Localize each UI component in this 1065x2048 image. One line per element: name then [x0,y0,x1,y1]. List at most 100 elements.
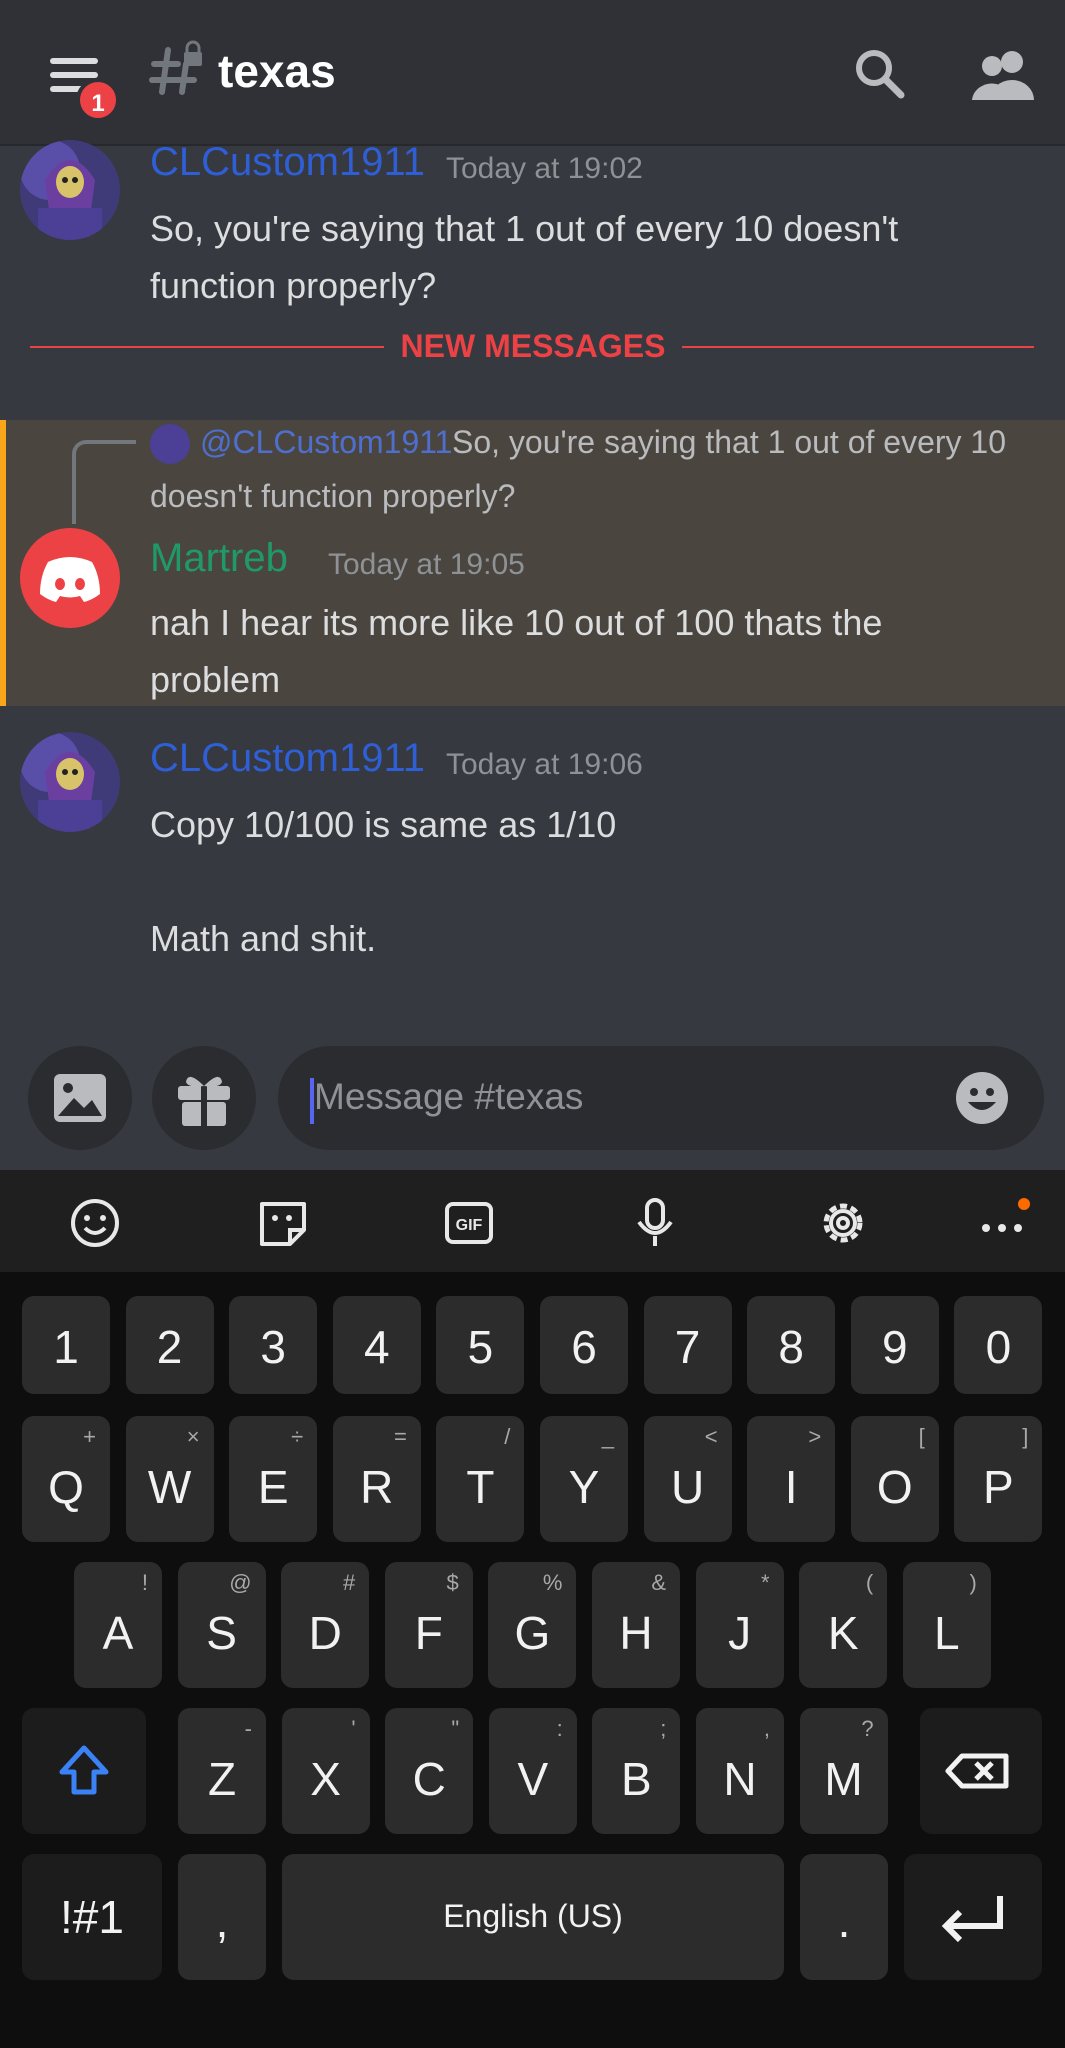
symbols-key[interactable]: !#1 [22,1854,162,1980]
more-options-icon[interactable] [976,1196,1030,1250]
message-text-line: Math and shit. [150,918,377,959]
key-number-2[interactable]: 2 [125,1296,214,1394]
shift-key[interactable] [22,1708,146,1834]
message-input-placeholder[interactable]: Message #texas [314,1076,583,1118]
key-secondary-label: + [83,1424,96,1449]
key-label: R [360,1461,394,1513]
key-label: P [983,1461,1014,1513]
key-w[interactable]: W × [125,1416,214,1542]
key-k[interactable]: K( [799,1562,888,1688]
emoji-icon[interactable] [68,1196,122,1250]
comma-key[interactable]: , [178,1854,266,1980]
message-author[interactable]: CLCustom1911 [150,140,425,185]
key-a[interactable]: A! [74,1562,162,1688]
key-label: T [466,1461,495,1513]
period-key[interactable]: . [800,1854,888,1980]
key-m[interactable]: M? [799,1708,888,1834]
key-d[interactable]: D # [281,1562,370,1688]
key-r[interactable]: R = [332,1416,421,1542]
settings-gear-icon[interactable] [816,1196,870,1250]
key-label: 4 [364,1321,390,1373]
key-s[interactable]: S @ [177,1562,266,1688]
key-label: 5 [467,1321,494,1373]
key-label: 2 [156,1321,183,1373]
key-secondary-label: @ [229,1570,252,1595]
key-j[interactable]: J * [695,1562,784,1688]
key-secondary-label: > [808,1424,822,1449]
key-number-5[interactable]: 5 [436,1296,525,1394]
key-q[interactable]: Q + [22,1416,110,1542]
key-number-4[interactable]: 4 [332,1296,421,1394]
key-label: D [308,1607,342,1659]
key-secondary-label: ] [1022,1424,1029,1449]
reply-preview-text[interactable]: So, you're saying that 1 out of every 10 [452,424,1006,461]
members-icon[interactable] [970,46,1036,100]
key-e[interactable]: E ÷ [229,1416,318,1542]
key-label: I [784,1461,798,1513]
space-key[interactable]: English (US) [282,1854,784,1980]
key-number-1[interactable]: 1 [22,1296,110,1394]
key-f[interactable]: F $ [384,1562,473,1688]
key-secondary-label: / [504,1424,511,1449]
avatar[interactable] [20,732,120,832]
gift-button[interactable] [152,1046,256,1150]
new-messages-divider [682,346,1034,348]
key-label: Q [48,1461,84,1513]
avatar[interactable] [20,140,120,240]
key-number-8[interactable]: 8 [747,1296,836,1394]
key-y[interactable]: Y _ [540,1416,628,1542]
enter-key[interactable] [904,1854,1042,1980]
key-secondary-label: = [393,1424,407,1449]
gif-icon[interactable]: GIF [442,1196,496,1250]
key-i[interactable]: I > [747,1416,836,1542]
key-g[interactable]: G% [488,1562,577,1688]
menu-icon [50,58,98,64]
key-c[interactable]: C " [385,1708,474,1834]
key-v[interactable]: V: [488,1708,577,1834]
key-p[interactable]: P] [954,1416,1043,1542]
attach-image-button[interactable] [28,1046,132,1150]
key-number-9[interactable]: 9 [850,1296,939,1394]
sticker-icon[interactable] [256,1196,310,1250]
message-author[interactable]: Martreb [150,536,288,581]
message-text-line: Copy 10/100 is same as 1/10 [150,804,617,845]
reply-preview-text[interactable]: doesn't function properly? [150,478,515,515]
emoji-picker-icon[interactable] [954,1070,1010,1126]
key-z[interactable]: Z- [178,1708,266,1834]
key-label: 8 [778,1321,804,1373]
gift-icon [178,1076,230,1126]
key-label: O [876,1461,913,1513]
key-secondary-label: - [244,1716,252,1741]
avatar[interactable] [20,528,120,628]
symbols-key-label: !#1 [60,1891,124,1943]
message-author[interactable]: CLCustom1911 [150,736,425,781]
period-key-label: . [837,1895,851,1947]
key-h[interactable]: H & [592,1562,680,1688]
key-o[interactable]: O[ [850,1416,939,1542]
shift-arrow-icon [59,1745,109,1795]
discord-logo-icon [40,557,100,602]
key-number-3[interactable]: 3 [229,1296,318,1394]
key-label: S [206,1607,237,1659]
key-number-6[interactable]: 6 [540,1296,628,1394]
key-secondary-label: < [704,1424,718,1449]
key-u[interactable]: U < [643,1416,732,1542]
key-label: 7 [674,1321,701,1373]
microphone-icon[interactable] [628,1196,682,1250]
key-b[interactable]: B; [592,1708,681,1834]
reply-mention[interactable]: @CLCustom1911 [200,424,452,461]
key-label: K [827,1607,859,1659]
key-x[interactable]: X ' [281,1708,370,1834]
key-secondary-label: , [763,1716,770,1741]
key-n[interactable]: N, [696,1708,784,1834]
key-number-7[interactable]: 7 [643,1296,732,1394]
search-icon[interactable] [852,46,906,100]
key-t[interactable]: T / [436,1416,525,1542]
key-secondary-label: [ [918,1424,925,1449]
key-secondary-label: $ [446,1570,459,1595]
key-number-0[interactable]: 0 [954,1296,1043,1394]
message-text-line: problem [150,659,281,700]
svg-text:GIF: GIF [456,1217,483,1234]
backspace-key[interactable] [920,1708,1042,1834]
key-l[interactable]: L) [902,1562,991,1688]
